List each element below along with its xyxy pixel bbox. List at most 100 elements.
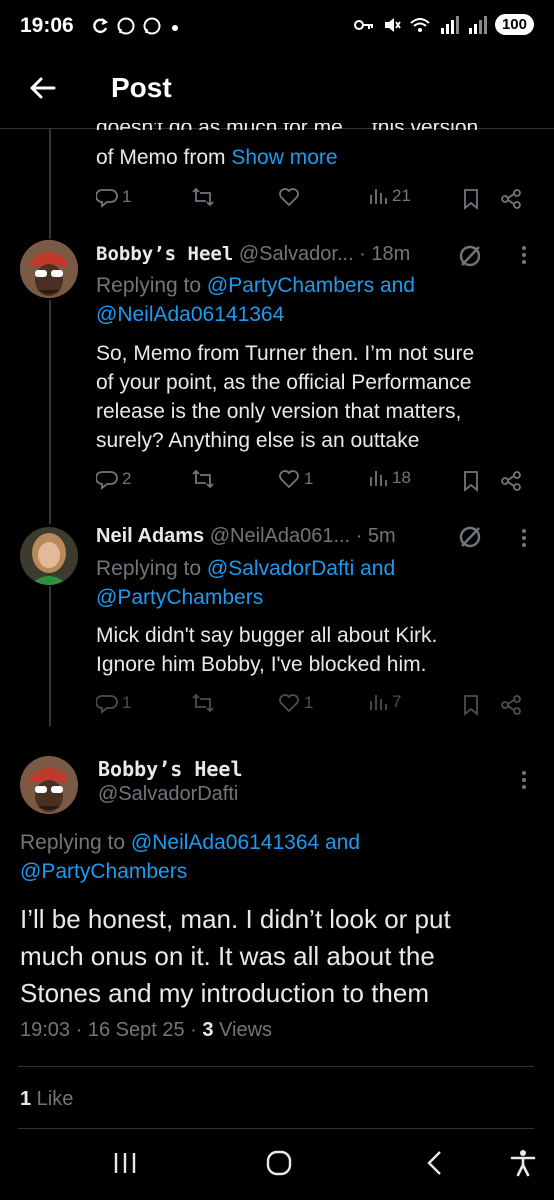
home-icon[interactable] <box>264 1148 294 1178</box>
app-header: Post <box>0 56 554 122</box>
divider <box>18 1128 534 1129</box>
replying-prefix: Replying to <box>96 557 207 580</box>
back-arrow-icon[interactable] <box>28 74 56 102</box>
avatar[interactable] <box>20 527 78 585</box>
repost-button[interactable] <box>191 692 215 714</box>
reply-icon <box>96 695 118 714</box>
avatar-image <box>20 240 78 298</box>
replying-to-line2[interactable]: @PartyChambers <box>20 860 187 883</box>
text-line: release is the only version that matters… <box>96 400 462 423</box>
post-text: I’ll be honest, man. I didn’t look or pu… <box>20 901 451 1012</box>
like-button[interactable]: 1 <box>278 468 313 490</box>
share-icon[interactable] <box>500 188 522 210</box>
divider <box>18 1066 534 1067</box>
grok-icon[interactable] <box>457 524 483 550</box>
post-text-start: of Memo from <box>96 146 232 169</box>
bookmark-icon[interactable] <box>462 470 480 492</box>
handle[interactable]: @Salvador... <box>239 243 354 265</box>
reply-count: 1 <box>122 693 132 712</box>
avatar[interactable] <box>20 240 78 298</box>
action-row: 2 1 18 <box>96 468 526 498</box>
views-count: 3 <box>202 1019 214 1041</box>
heart-icon <box>279 188 299 207</box>
like-button[interactable] <box>278 186 300 208</box>
views-icon <box>370 695 387 710</box>
like-count: 1 <box>304 469 314 488</box>
repost-button[interactable] <box>191 468 215 490</box>
text-line: Mick didn't say bugger all about Kirk. <box>96 624 438 647</box>
bookmark-icon[interactable] <box>462 188 480 210</box>
views-button[interactable]: 21 <box>368 186 411 206</box>
text-line: Ignore him Bobby, I've blocked him. <box>96 653 427 676</box>
key-icon <box>353 19 373 30</box>
heart-icon <box>279 694 299 713</box>
post-meta: 19:03 · 16 Sept 25 · 3 Views <box>20 1019 272 1042</box>
text-line: surely? Anything else is an outtake <box>96 429 420 452</box>
reply-button[interactable]: 1 <box>96 692 131 714</box>
avatar[interactable] <box>20 756 78 814</box>
android-nav-bar <box>0 1130 554 1200</box>
views-button[interactable]: 18 <box>368 468 411 488</box>
like-button[interactable]: 1 <box>278 692 313 714</box>
status-time: 19:06 <box>20 14 74 37</box>
replying-to-line2[interactable]: @PartyChambers <box>96 586 263 609</box>
repost-icon <box>192 693 214 713</box>
text-line: of your point, as the official Performan… <box>96 371 472 394</box>
thread-connector <box>49 586 51 726</box>
share-icon[interactable] <box>500 470 522 492</box>
views-count: 18 <box>392 468 411 487</box>
thread-connector <box>49 300 51 524</box>
repost-icon <box>192 469 214 489</box>
battery-indicator: 100 <box>494 14 534 35</box>
grok-icon[interactable] <box>457 243 483 269</box>
status-left-icons <box>90 16 182 36</box>
back-icon[interactable] <box>420 1148 450 1178</box>
display-name[interactable]: Bobby’s Heel <box>98 757 243 781</box>
bookmark-icon[interactable] <box>462 694 480 716</box>
views-icon <box>370 189 387 204</box>
sync-icon <box>93 18 109 34</box>
wifi-icon <box>410 17 430 32</box>
more-options-icon[interactable] <box>522 768 528 792</box>
reply-button[interactable]: 1 <box>96 186 131 208</box>
whatsapp-icon <box>117 17 135 35</box>
avatar-image <box>20 756 78 814</box>
more-options-icon[interactable] <box>522 526 528 550</box>
handle[interactable]: @NeilAda061... <box>210 525 350 547</box>
reply-count: 1 <box>122 187 132 206</box>
text-line: much onus on it. It was all about the <box>20 941 435 971</box>
status-bar: 19:06 100 <box>0 0 554 56</box>
repost-button[interactable] <box>191 186 215 208</box>
replying-to-line1[interactable]: @NeilAda06141364 and <box>131 831 360 854</box>
recent-apps-icon[interactable] <box>110 1148 140 1178</box>
replying-to-line1[interactable]: @SalvadorDafti and <box>207 557 395 580</box>
views-label: Views <box>213 1019 273 1041</box>
display-name[interactable]: Bobby’s Heel <box>96 243 233 265</box>
replying-to-line2[interactable]: @NeilAda06141364 <box>96 303 284 326</box>
repost-icon <box>192 187 214 207</box>
heart-icon <box>279 470 299 489</box>
text-line: I’ll be honest, man. I didn’t look or pu… <box>20 904 451 934</box>
replying-to: Replying to @PartyChambers and @NeilAda0… <box>96 271 415 329</box>
display-name[interactable]: Neil Adams <box>96 525 204 547</box>
likes-summary[interactable]: 1 Like <box>20 1088 73 1111</box>
more-options-icon[interactable] <box>522 243 528 267</box>
likes-count: 1 <box>20 1088 32 1110</box>
show-more-link[interactable]: Show more <box>231 146 337 169</box>
accessibility-icon[interactable] <box>508 1148 538 1178</box>
share-icon[interactable] <box>500 694 522 716</box>
views-button[interactable]: 7 <box>368 692 401 712</box>
views-count: 21 <box>392 186 411 205</box>
replying-to: Replying to @NeilAda06141364 and @PartyC… <box>20 828 360 886</box>
dot-icon <box>172 25 178 31</box>
reply-header: Bobby’s Heel @Salvador... · 18m <box>96 243 410 266</box>
action-row: 1 1 7 <box>96 692 526 722</box>
signal-icon <box>468 15 487 34</box>
mute-icon <box>384 17 401 32</box>
handle[interactable]: @SalvadorDafti <box>98 783 238 806</box>
text-line: Stones and my introduction to them <box>20 978 430 1008</box>
reply-button[interactable]: 2 <box>96 468 131 490</box>
signal-icon <box>440 15 459 34</box>
whatsapp-icon <box>143 17 161 35</box>
replying-to-line1[interactable]: @PartyChambers and <box>207 274 415 297</box>
